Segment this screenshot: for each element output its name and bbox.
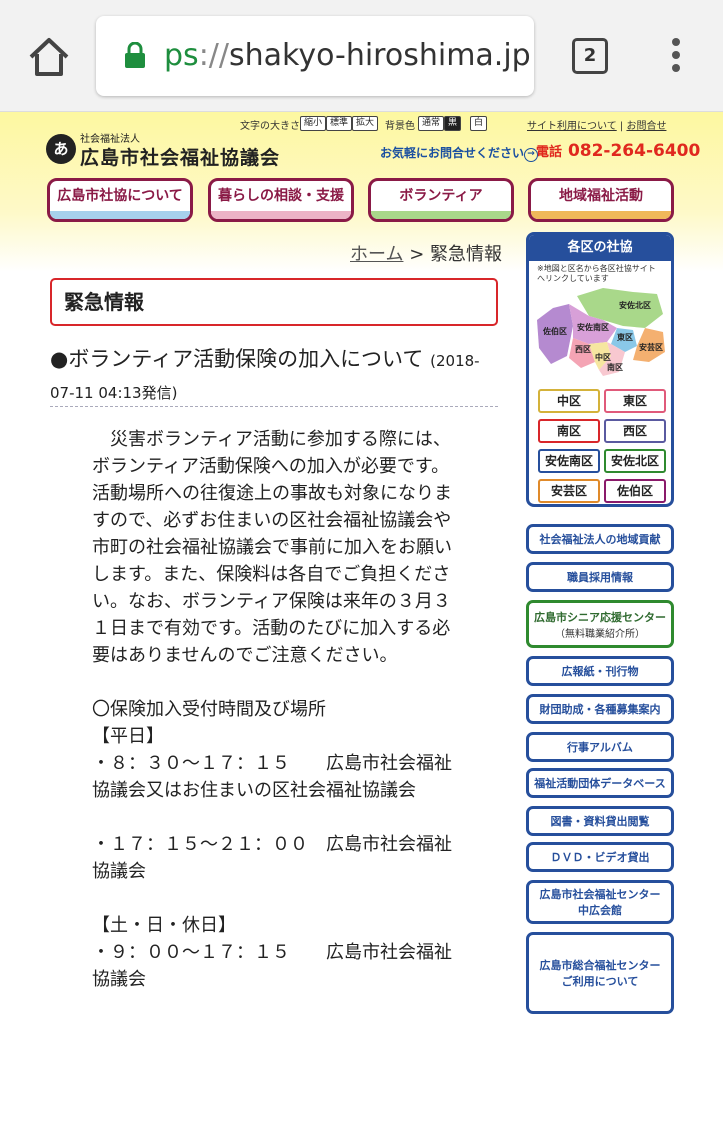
sidebar-link-database[interactable]: 福祉活動団体データベース xyxy=(526,768,674,798)
contact-link[interactable]: お問合せ xyxy=(626,121,666,132)
bg-normal-button[interactable]: 通常 xyxy=(418,116,445,131)
ward-aki-button[interactable]: 安芸区 xyxy=(538,479,600,503)
home-icon[interactable] xyxy=(26,34,72,80)
font-normal-button[interactable]: 標準 xyxy=(326,116,353,131)
site-usage-link[interactable]: サイト利用について xyxy=(527,121,617,132)
map-label-asakita: 安佐北区 xyxy=(619,300,651,310)
font-enlarge-button[interactable]: 拡大 xyxy=(352,116,379,131)
ward-council-box: 各区の社協 ※地図と区名から各区社協サイトへリンクしています 安佐北区 佐伯区 … xyxy=(526,232,674,507)
map-label-higashi: 東区 xyxy=(617,332,633,342)
contact-prompt[interactable]: お気軽にお問合せください → xyxy=(380,144,539,162)
url-text: ps://shakyo-hiroshima.jp xyxy=(164,38,531,73)
breadcrumb: ホーム > 緊急情報 xyxy=(350,244,503,265)
bg-white-button[interactable]: 白 xyxy=(470,116,488,131)
ward-box-note: ※地図と区名から各区社協サイトへリンクしています xyxy=(537,264,656,283)
tab-switcher-button[interactable]: 2 xyxy=(572,38,608,74)
sidebar-link-general-welfare-center[interactable]: 広島市総合福祉センター ご利用について xyxy=(526,932,674,1014)
bg-color-label: 背景色 xyxy=(385,121,415,132)
ward-box-title: 各区の社協 xyxy=(529,235,671,261)
sidebar-link-welfare-center[interactable]: 広島市社会福祉センター 中広会館 xyxy=(526,880,674,924)
sidebar-link-album[interactable]: 行事アルバム xyxy=(526,732,674,762)
ward-naka-button[interactable]: 中区 xyxy=(538,389,600,413)
font-shrink-button[interactable]: 縮小 xyxy=(300,116,327,131)
top-links: サイト利用について | お問合せ xyxy=(527,121,667,132)
phone-number[interactable]: 電話 082-264-6400 xyxy=(536,141,700,161)
page-title: 緊急情報 xyxy=(50,278,498,326)
ward-saeki-button[interactable]: 佐伯区 xyxy=(604,479,666,503)
sidebar-link-grants[interactable]: 財団助成・各種募集案内 xyxy=(526,694,674,724)
divider xyxy=(50,406,498,407)
map-label-aki: 安芸区 xyxy=(639,342,663,352)
map-label-nishi: 西区 xyxy=(575,345,591,354)
ward-nishi-button[interactable]: 西区 xyxy=(604,419,666,443)
ward-map[interactable]: 安佐北区 佐伯区 安佐南区 東区 西区 中区 南区 安芸区 xyxy=(533,286,669,384)
article-body: 災害ボランティア活動に参加する際には、ボランティア活動保険への加入が必要です。活… xyxy=(92,429,452,990)
nav-volunteer[interactable]: ボランティア xyxy=(368,178,514,222)
map-label-minami: 南区 xyxy=(607,362,623,372)
overflow-menu-icon[interactable] xyxy=(666,38,686,78)
ward-minami-button[interactable]: 南区 xyxy=(538,419,600,443)
article-title: ●ボランティア活動保険の加入について (2018-07-11 04:13発信) xyxy=(50,347,480,402)
browser-toolbar: ps://shakyo-hiroshima.jp 2 xyxy=(0,0,723,112)
bg-black-button[interactable]: 黒 xyxy=(444,116,462,131)
logo-icon[interactable]: あ xyxy=(46,134,76,164)
nav-about[interactable]: 広島市社協について xyxy=(47,178,193,222)
webpage: あ 社会福祉法人 広島市社会福祉協議会 文字の大きさ 縮小 標準 拡大 背景色 … xyxy=(0,112,723,1140)
ward-asaminami-button[interactable]: 安佐南区 xyxy=(538,449,600,473)
sidebar-link-senior-support[interactable]: 広島市シニア応援センター （無料職業紹介所） xyxy=(526,600,674,648)
sidebar-link-dvd[interactable]: ＤＶＤ・ビデオ貸出 xyxy=(526,842,674,872)
lock-icon xyxy=(125,42,145,68)
map-label-saeki: 佐伯区 xyxy=(542,326,567,336)
map-label-asaminami: 安佐南区 xyxy=(577,322,609,332)
breadcrumb-current: 緊急情報 xyxy=(430,244,503,265)
nav-community-welfare[interactable]: 地域福祉活動 xyxy=(528,178,674,222)
sidebar-link-publications[interactable]: 広報紙・刊行物 xyxy=(526,656,674,686)
sidebar-link-regional-contribution[interactable]: 社会福祉法人の地域貢献 xyxy=(526,524,674,554)
sidebar-link-library[interactable]: 図書・資料貸出閲覧 xyxy=(526,806,674,836)
ward-higashi-button[interactable]: 東区 xyxy=(604,389,666,413)
ward-asakita-button[interactable]: 安佐北区 xyxy=(604,449,666,473)
map-label-naka: 中区 xyxy=(595,352,611,362)
logo-title[interactable]: 広島市社会福祉協議会 xyxy=(80,143,280,170)
font-size-label: 文字の大きさ xyxy=(240,121,300,132)
breadcrumb-home-link[interactable]: ホーム xyxy=(350,244,403,265)
nav-consultation[interactable]: 暮らしの相談・支援 xyxy=(208,178,354,222)
sidebar-link-recruitment[interactable]: 職員採用情報 xyxy=(526,562,674,592)
address-bar[interactable]: ps://shakyo-hiroshima.jp xyxy=(96,16,534,96)
